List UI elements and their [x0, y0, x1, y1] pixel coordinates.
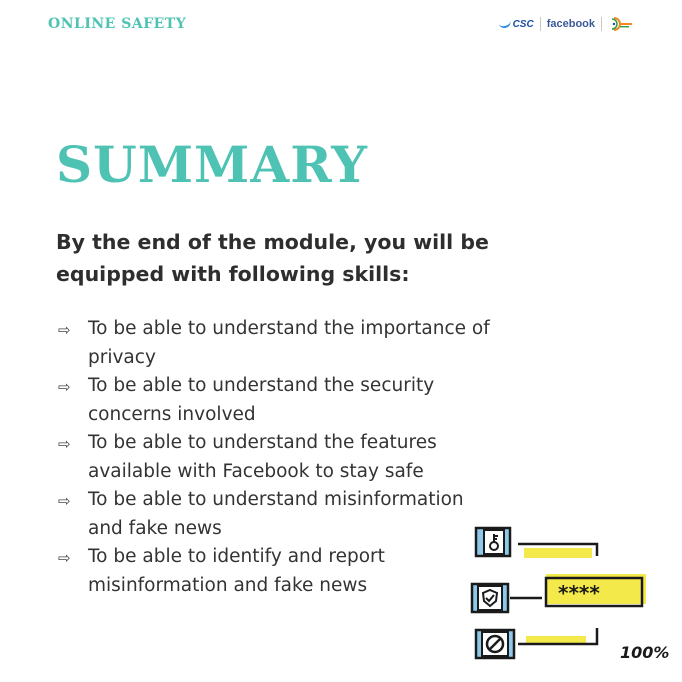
outline-arrow-icon: ⇨: [58, 378, 71, 396]
digital-india-logo: [611, 17, 632, 31]
list-item: ⇨ To be able to understand misinformatio…: [58, 486, 528, 543]
skill-line-2: privacy: [88, 346, 156, 368]
skill-line-1: To be able to understand misinformation: [88, 489, 464, 510]
skill-line-1: To be able to understand the importance …: [88, 318, 490, 339]
logo-divider: [539, 17, 541, 31]
security-illustration: **** 100%: [470, 526, 669, 662]
list-item: ⇨ To be able to understand the features …: [58, 429, 528, 486]
csc-swoosh-icon: [497, 18, 512, 30]
outline-arrow-icon: ⇨: [58, 492, 71, 510]
csc-logo: CSC: [497, 18, 534, 30]
header-title: ONLINE SAFETY: [48, 16, 187, 32]
skill-line-2: misinformation and fake news: [88, 574, 368, 596]
csc-logo-text: CSC: [512, 18, 534, 30]
skill-line-1: To be able to understand the features: [88, 432, 437, 453]
key-icon: [474, 526, 512, 558]
skill-line-2: and fake news: [88, 517, 222, 539]
list-item: ⇨ To be able to understand the importanc…: [58, 315, 528, 372]
skill-line-1: To be able to understand the security: [88, 375, 435, 396]
intro-line-1: By the end of the module, you will be: [56, 230, 489, 254]
highlight-stroke: [524, 548, 592, 558]
partner-logos: CSC facebook: [497, 14, 634, 34]
blocked-icon: [474, 628, 516, 660]
outline-arrow-icon: ⇨: [58, 549, 71, 567]
outline-arrow-icon: ⇨: [58, 435, 71, 453]
summary-heading: SUMMARY: [56, 135, 368, 194]
logo-divider: [601, 17, 602, 31]
facebook-logo: facebook: [546, 18, 595, 30]
shield-check-icon: [470, 582, 510, 614]
intro-text: By the end of the module, you will be eq…: [56, 226, 536, 290]
password-mask: ****: [558, 581, 600, 605]
intro-line-2: equipped with following skills:: [56, 262, 410, 286]
skills-list: ⇨ To be able to understand the importanc…: [58, 315, 528, 600]
strength-label: 100%: [620, 643, 669, 662]
skill-line-2: available with Facebook to stay safe: [88, 460, 424, 482]
skill-line-2: concerns involved: [88, 403, 256, 425]
slide-page: ONLINE SAFETY CSC facebook SUMMARY By th…: [0, 0, 682, 682]
outline-arrow-icon: ⇨: [58, 321, 71, 339]
list-item: ⇨ To be able to identify and report misi…: [58, 543, 528, 600]
list-item: ⇨ To be able to understand the security …: [58, 372, 528, 429]
skill-line-1: To be able to identify and report: [88, 546, 385, 567]
